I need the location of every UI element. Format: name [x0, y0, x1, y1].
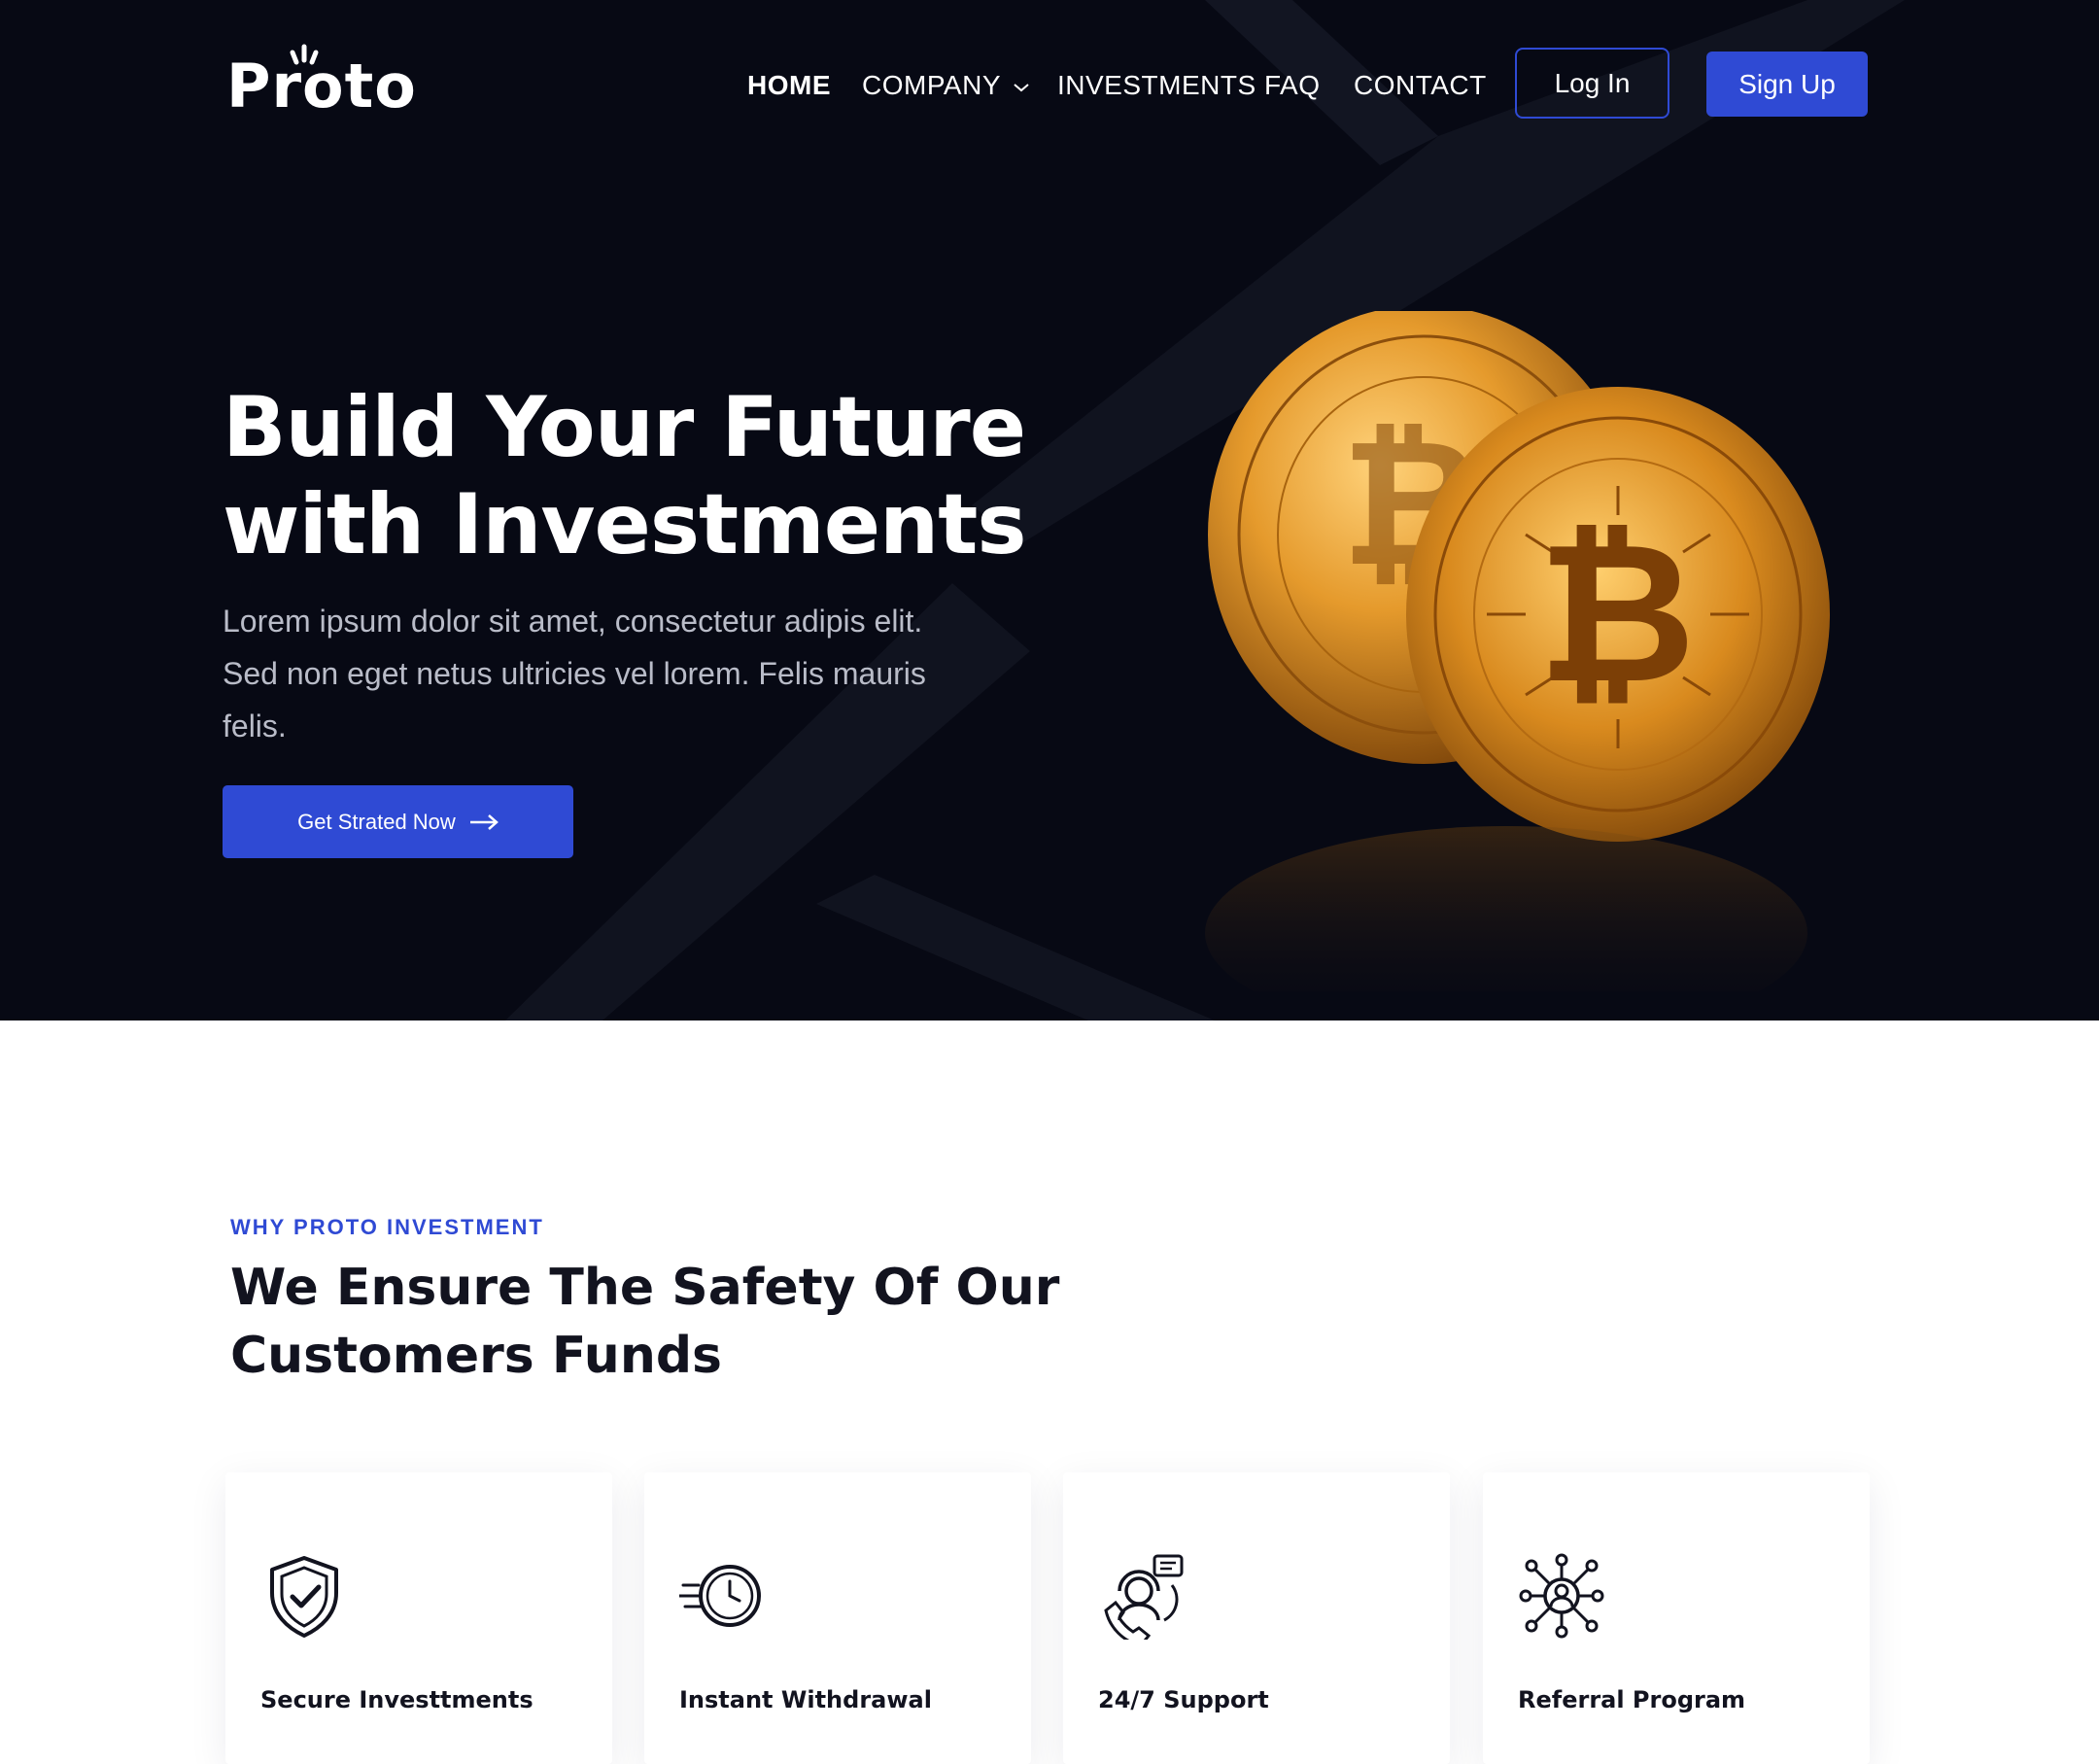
top-navbar: Proto HOME COMPANY INVESTMENTS FAQ CONTA…: [0, 0, 2099, 170]
arrow-right-icon: [469, 813, 499, 830]
section-eyebrow: WHY PROTO INVESTMENT: [230, 1215, 544, 1239]
svg-text:₿: ₿: [1537, 501, 1696, 727]
hero-title-line2: with Investments: [223, 476, 1027, 573]
feature-title: 24/7 Support: [1098, 1686, 1269, 1713]
login-button[interactable]: Log In: [1515, 48, 1669, 119]
section-title: We Ensure The Safety Of Our Customers Fu…: [230, 1254, 1105, 1390]
shield-check-icon: [270, 1556, 338, 1638]
feature-title: Instant Withdrawal: [679, 1686, 932, 1713]
nav-home[interactable]: HOME: [747, 68, 831, 103]
bitcoin-coins-image: ₿ ₿: [1205, 311, 1830, 991]
logo-rays-icon: [290, 44, 319, 65]
chevron-down-icon: [1014, 83, 1029, 91]
nav-company-label: COMPANY: [862, 70, 1001, 100]
hero-title-line1: Build Your Future: [223, 379, 1026, 476]
feature-title: Secure Investtments: [260, 1686, 533, 1713]
feature-card[interactable]: Instant Withdrawal: [644, 1472, 1031, 1764]
nav-contact[interactable]: CONTACT: [1354, 68, 1487, 103]
support-agent-icon: [1104, 1554, 1184, 1640]
nav-investments[interactable]: INVESTMENTS: [1057, 68, 1256, 103]
fast-clock-icon: [679, 1565, 761, 1627]
logo[interactable]: Proto: [226, 44, 416, 121]
section-title-line2: Customers Funds: [230, 1327, 723, 1385]
hero-description: Lorem ipsum dolor sit amet, consectetur …: [223, 604, 926, 744]
get-started-button[interactable]: Get Strated Now: [223, 785, 573, 858]
get-started-label: Get Strated Now: [297, 809, 456, 834]
hero-section: Proto HOME COMPANY INVESTMENTS FAQ CONTA…: [0, 0, 2099, 1020]
feature-card[interactable]: 24/7 Support: [1063, 1472, 1450, 1764]
network-user-icon: [1519, 1553, 1604, 1639]
section-title-line1: We Ensure The Safety Of Our: [230, 1259, 1060, 1317]
feature-title: Referral Program: [1518, 1686, 1746, 1713]
hero-title: Build Your Future with Investments: [223, 379, 1049, 573]
nav-company[interactable]: COMPANY: [862, 68, 1030, 103]
signup-button[interactable]: Sign Up: [1706, 52, 1868, 117]
nav-faq[interactable]: FAQ: [1264, 68, 1321, 103]
feature-card[interactable]: Secure Investtments: [225, 1472, 612, 1764]
feature-card[interactable]: Referral Program: [1483, 1472, 1870, 1764]
